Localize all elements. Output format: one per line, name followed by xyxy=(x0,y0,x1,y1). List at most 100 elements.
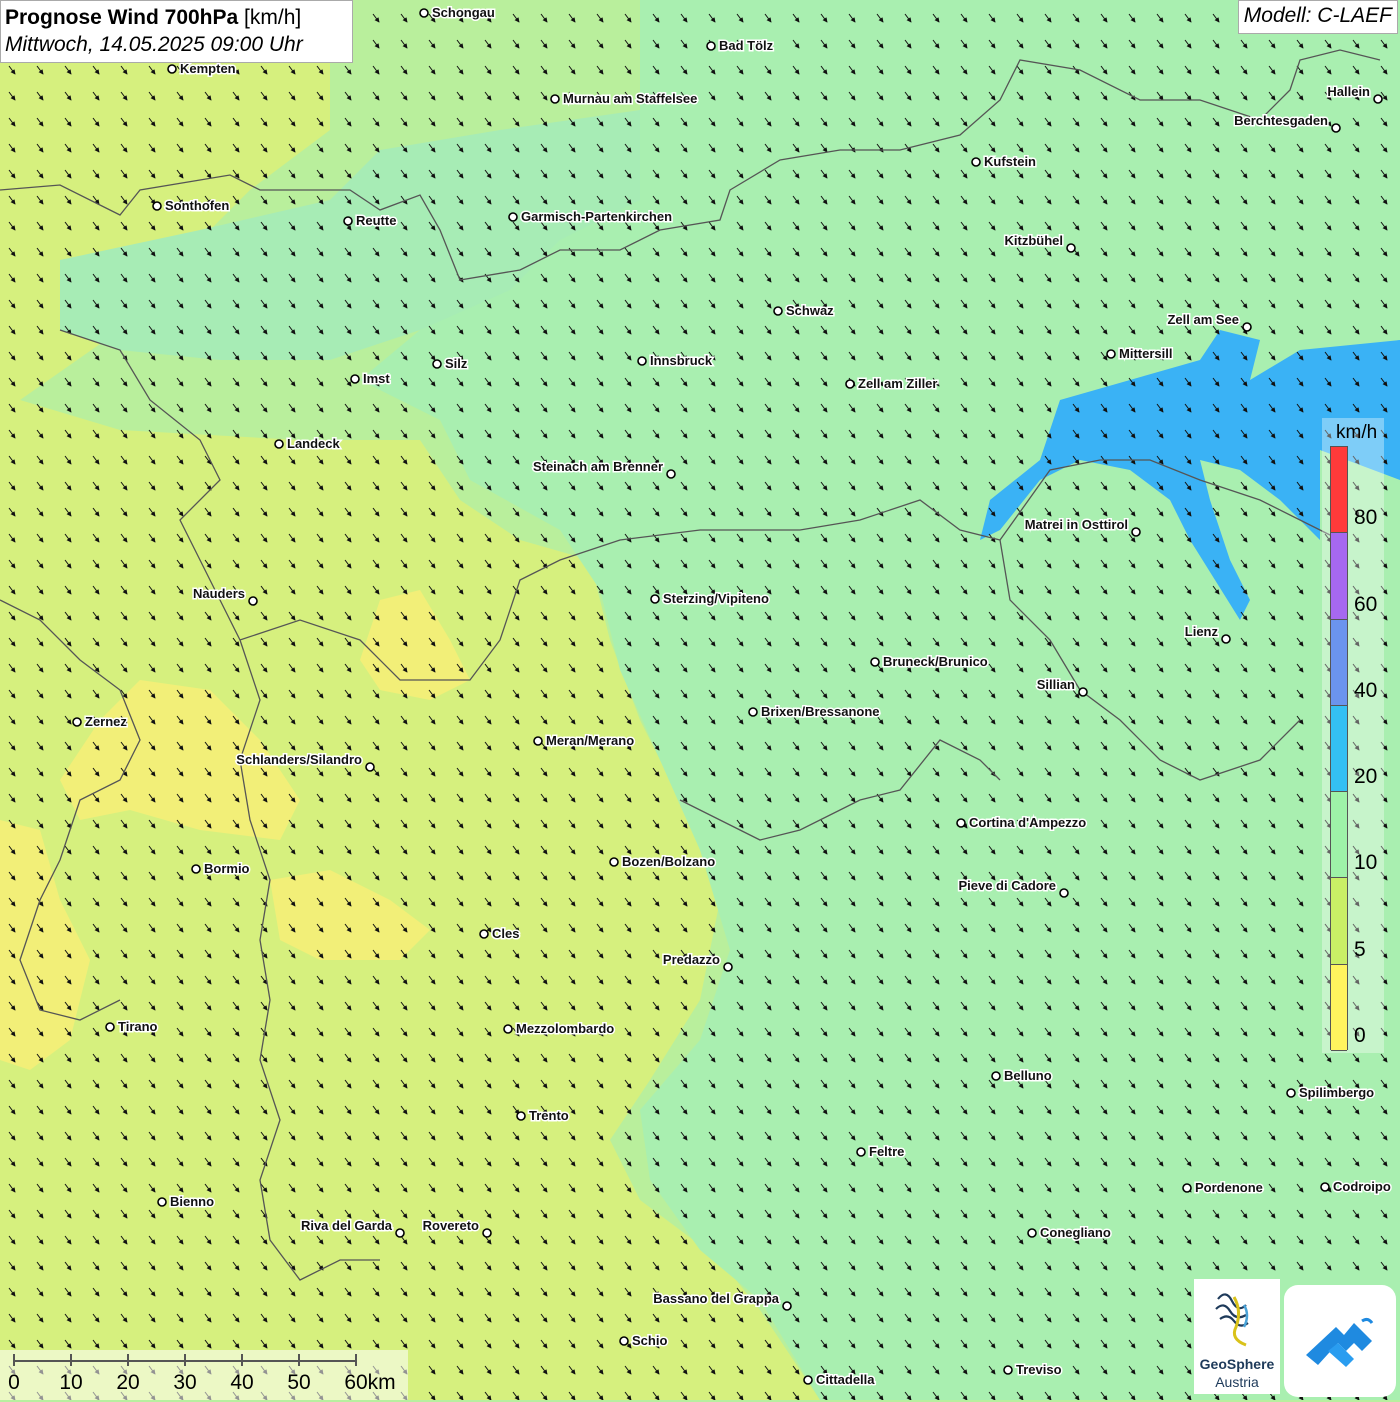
city-marker xyxy=(1221,634,1231,644)
legend-segment xyxy=(1331,705,1347,793)
city-label: Pieve di Cadore xyxy=(958,878,1056,893)
city-label: Predazzo xyxy=(663,952,720,967)
city-label: Tirano xyxy=(118,1019,158,1034)
city-label: Hallein xyxy=(1327,84,1370,99)
legend-label: 0 xyxy=(1354,1024,1366,1047)
scale-label: 10 xyxy=(59,1371,83,1394)
city-marker xyxy=(395,1228,405,1238)
city-marker xyxy=(248,596,258,606)
city-label: Nauders xyxy=(193,586,245,601)
city-marker xyxy=(503,1024,513,1034)
city-label: Lienz xyxy=(1185,624,1219,639)
city-marker xyxy=(619,1336,629,1346)
forecast-datetime: Mittwoch, 14.05.2025 09:00 Uhr xyxy=(5,33,303,56)
scale-label: 30 xyxy=(173,1371,197,1394)
city-label: Steinach am Brenner xyxy=(533,459,663,474)
city-marker xyxy=(991,1071,1001,1081)
city-marker xyxy=(157,1197,167,1207)
scale-tick xyxy=(298,1354,300,1366)
city-label: Zell am Ziller xyxy=(858,376,937,391)
city-label: Garmisch-Partenkirchen xyxy=(521,209,672,224)
city-label: Codroipo xyxy=(1333,1179,1391,1194)
city-marker xyxy=(637,356,647,366)
city-label: Belluno xyxy=(1004,1068,1052,1083)
city-label: Schwaz xyxy=(786,303,834,318)
city-marker xyxy=(533,736,543,746)
city-label: Cittadella xyxy=(816,1372,875,1387)
city-label: Riva del Garda xyxy=(301,1218,393,1233)
legend-segment xyxy=(1331,878,1347,965)
map-title: Prognose Wind 700hPa [km/h] xyxy=(5,4,348,32)
city-label: Bassano del Grappa xyxy=(653,1291,779,1306)
scale-label: 0 xyxy=(8,1371,20,1394)
city-marker xyxy=(72,717,82,727)
legend-segment xyxy=(1331,792,1347,879)
scale-tick xyxy=(184,1354,186,1366)
city-marker xyxy=(1286,1088,1296,1098)
city-marker xyxy=(971,157,981,167)
legend-segment xyxy=(1331,533,1347,620)
city-label: Innsbruck xyxy=(650,353,713,368)
app-logo-icon xyxy=(1306,1317,1374,1367)
city-marker xyxy=(516,1111,526,1121)
city-label: Treviso xyxy=(1016,1362,1062,1377)
scale-label: 50 xyxy=(287,1371,311,1394)
city-label: Kufstein xyxy=(984,154,1036,169)
city-marker xyxy=(419,8,429,18)
legend-segment xyxy=(1331,619,1347,706)
city-marker xyxy=(432,359,442,369)
city-marker xyxy=(782,1301,792,1311)
city-label: Spilimbergo xyxy=(1299,1085,1374,1100)
city-marker xyxy=(1331,123,1341,133)
city-label: Zell am See xyxy=(1167,312,1239,327)
logo-subtitle: Austria xyxy=(1215,1374,1259,1390)
legend-label: 10 xyxy=(1354,851,1378,875)
city-label: Berchtesgaden xyxy=(1234,113,1328,128)
city-marker xyxy=(343,216,353,226)
city-label: Sonthofen xyxy=(165,198,229,213)
scale-tick xyxy=(127,1354,129,1366)
city-label: Trento xyxy=(529,1108,569,1123)
city-marker xyxy=(706,41,716,51)
map-title-text: Prognose Wind 700hPa xyxy=(5,6,239,29)
city-marker xyxy=(1027,1228,1037,1238)
city-marker xyxy=(167,64,177,74)
city-label: Sterzing/Vipiteno xyxy=(663,591,769,606)
city-label: Mittersill xyxy=(1119,346,1172,361)
city-marker xyxy=(350,374,360,384)
city-marker xyxy=(482,1228,492,1238)
scale-bar: 0 10 20 30 40 50 60km xyxy=(0,1350,408,1400)
legend-label: 20 xyxy=(1354,765,1378,789)
city-marker xyxy=(845,379,855,389)
city-marker xyxy=(365,762,375,772)
city-label: Cles xyxy=(492,926,519,941)
city-marker xyxy=(1059,888,1069,898)
geosphere-logo[interactable]: GeoSphere Austria xyxy=(1194,1279,1280,1394)
logo-name: GeoSphere xyxy=(1199,1356,1275,1372)
scale-label: 40 xyxy=(230,1371,254,1394)
model-label: Modell: C-LAEF xyxy=(1237,0,1398,34)
wind-map[interactable]: Schongau Bad Tölz Kempten Murnau am Staffel… xyxy=(0,0,1400,1400)
city-marker xyxy=(803,1375,813,1385)
city-label: Zernez xyxy=(85,714,127,729)
scale-tick xyxy=(241,1354,243,1366)
city-marker xyxy=(274,439,284,449)
city-label: Imst xyxy=(363,371,390,386)
app-logo[interactable] xyxy=(1284,1285,1396,1397)
city-label: Pordenone xyxy=(1195,1180,1263,1195)
city-label: Meran/Merano xyxy=(546,733,634,748)
city-label: Reutte xyxy=(356,213,396,228)
city-marker xyxy=(1106,349,1116,359)
city-marker xyxy=(1320,1182,1330,1192)
city-marker xyxy=(191,864,201,874)
city-label: Feltre xyxy=(869,1144,904,1159)
city-marker xyxy=(650,594,660,604)
legend-unit: km/h xyxy=(1336,422,1378,443)
city-marker xyxy=(152,201,162,211)
city-label: Landeck xyxy=(287,436,341,451)
city-marker xyxy=(105,1022,115,1032)
title-box: Prognose Wind 700hPa [km/h] Mittwoch, 14… xyxy=(0,0,353,63)
map-title-unit: [km/h] xyxy=(244,6,302,29)
legend-label: 80 xyxy=(1354,506,1378,530)
city-label: Murnau am Staffelsee xyxy=(563,91,697,106)
